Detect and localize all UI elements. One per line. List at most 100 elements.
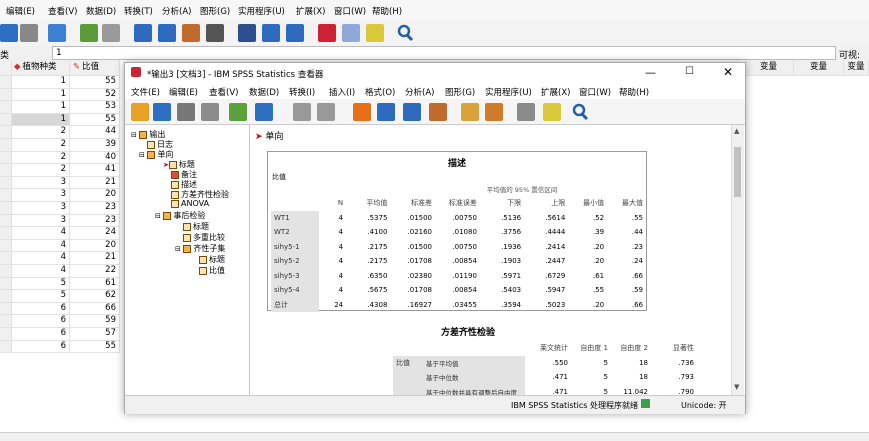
output-content-pane[interactable]: ➤ 单向 描述 比值 平均值的 95% 置信区间 N 平均值 标准差 标准误差 … [251,125,731,395]
cell-ratio[interactable]: 22 [70,265,120,278]
cell-species[interactable]: 1 [12,88,70,102]
menu-data[interactable]: 数据(D) [249,86,279,98]
cell-species[interactable]: 6 [12,340,70,354]
row-header[interactable] [0,290,12,303]
show-hide-icon[interactable] [485,103,503,121]
cell-species[interactable]: 4 [12,252,70,265]
cell-ratio[interactable]: 55 [70,76,120,89]
open-icon[interactable] [0,24,18,42]
cell-ratio[interactable]: 55 [70,340,120,354]
menu-graphs[interactable]: 图形(G) [445,86,475,98]
window-titlebar[interactable]: *输出3 [文档3] - IBM SPSS Statistics 查看器 — ☐… [125,63,745,83]
menu-window[interactable]: 窗口(W) [579,86,611,98]
menu-analyze[interactable]: 分析(A) [405,86,434,98]
menu-format[interactable]: 格式(O) [365,86,395,98]
cell-species[interactable]: 4 [12,239,70,253]
menu-transform[interactable]: 转换(I) [289,86,315,98]
bg-menu-analyze[interactable]: 分析(A) [162,5,191,17]
cell-value-field[interactable]: 1 [52,46,836,60]
row-header[interactable] [0,328,12,341]
open-folder-icon[interactable] [131,103,149,121]
row-header[interactable] [0,340,12,354]
nav-posthoc-title[interactable]: 标题 [183,221,209,232]
cell-species[interactable]: 6 [12,315,70,328]
row-header[interactable] [0,315,12,328]
row-header[interactable] [0,239,12,253]
levene-table[interactable]: 莱文统计 自由度 1 自由度 2 显著性 比值 基于平均值 .550 5 18 .736 基… [393,341,697,395]
run-descriptives-icon[interactable] [206,24,224,42]
minimize-icon[interactable]: — [645,66,656,79]
cell-species[interactable]: 3 [12,202,70,215]
row-header[interactable] [0,88,12,102]
save-icon[interactable] [153,103,171,121]
menu-file[interactable]: 文件(E) [131,86,160,98]
cell-species[interactable]: 4 [12,265,70,278]
cell-species[interactable]: 5 [12,277,70,291]
cell-ratio[interactable]: 55 [70,113,120,127]
close-icon[interactable]: ✕ [723,65,733,79]
nav-subsets-title[interactable]: 标题 [199,254,225,265]
cell-species[interactable]: 1 [12,113,70,127]
cell-species[interactable]: 4 [12,227,70,240]
cell-ratio[interactable]: 24 [70,227,120,240]
cell-ratio[interactable]: 59 [70,315,120,328]
menu-view[interactable]: 查看(V) [209,86,238,98]
nav-posthoc[interactable]: ⊟ 事后检验 [155,210,205,221]
row-header[interactable] [0,189,12,202]
use-sets-icon[interactable] [543,103,561,121]
row-header[interactable] [0,76,12,89]
bg-menu-view[interactable]: 查看(V) [48,5,77,17]
export-icon[interactable] [229,103,247,121]
menu-edit[interactable]: 编辑(E) [169,86,198,98]
row-header[interactable] [0,101,12,114]
bg-menu-transform[interactable]: 转换(T) [124,5,153,17]
col-header-species[interactable]: ◆ 植物种类 [12,60,70,76]
row-header[interactable] [0,252,12,265]
row-header[interactable] [0,151,12,165]
cell-ratio[interactable]: 21 [70,252,120,265]
insert-heading-icon[interactable] [517,103,535,121]
cell-ratio[interactable]: 23 [70,202,120,215]
bg-menu-graphs[interactable]: 图形(G) [200,5,230,17]
insert-variable-icon[interactable] [286,24,304,42]
cell-ratio[interactable]: 62 [70,290,120,303]
row-header[interactable] [0,113,12,127]
cell-species[interactable]: 5 [12,290,70,303]
cell-ratio[interactable]: 20 [70,189,120,202]
col-header-ratio[interactable]: ✎ 比值 [70,60,120,76]
cell-ratio[interactable]: 41 [70,164,120,177]
variables-icon[interactable] [182,24,200,42]
cell-ratio[interactable]: 44 [70,126,120,139]
row-header[interactable] [0,202,12,215]
dialog-recall-icon[interactable] [255,103,273,121]
redo-icon[interactable] [102,24,120,42]
cell-species[interactable]: 3 [12,214,70,228]
row-header[interactable] [0,214,12,228]
bg-menu-utilities[interactable]: 实用程序(U) [238,5,285,17]
descriptives-table[interactable]: 描述 比值 平均值的 95% 置信区间 N 平均值 标准差 标准误差 下限 上限… [267,151,647,312]
designate-window-icon[interactable] [461,103,479,121]
variables-icon[interactable] [429,103,447,121]
print-icon[interactable] [177,103,195,121]
cell-ratio[interactable]: 66 [70,302,120,316]
cell-species[interactable]: 2 [12,126,70,139]
row-header[interactable] [0,265,12,278]
col-header-var-1[interactable]: 变量 [744,60,794,76]
bg-menu-help[interactable]: 帮助(H) [372,5,402,17]
cell-ratio[interactable]: 39 [70,139,120,152]
undo-icon[interactable] [293,103,311,121]
scroll-up-icon[interactable]: ▲ [734,127,739,135]
cell-species[interactable]: 6 [12,302,70,316]
redo-icon[interactable] [317,103,335,121]
goto-data-icon[interactable] [353,103,371,121]
cell-ratio[interactable]: 20 [70,239,120,253]
menu-insert[interactable]: 插入(I) [329,86,355,98]
goto-case-icon[interactable] [377,103,395,121]
value-labels-icon[interactable] [318,24,336,42]
cell-ratio[interactable]: 40 [70,151,120,165]
cell-species[interactable]: 3 [12,176,70,190]
search-icon[interactable] [571,103,589,121]
nav-anova[interactable]: ANOVA [171,199,209,208]
row-header[interactable] [0,302,12,316]
cell-species[interactable]: 1 [12,76,70,89]
